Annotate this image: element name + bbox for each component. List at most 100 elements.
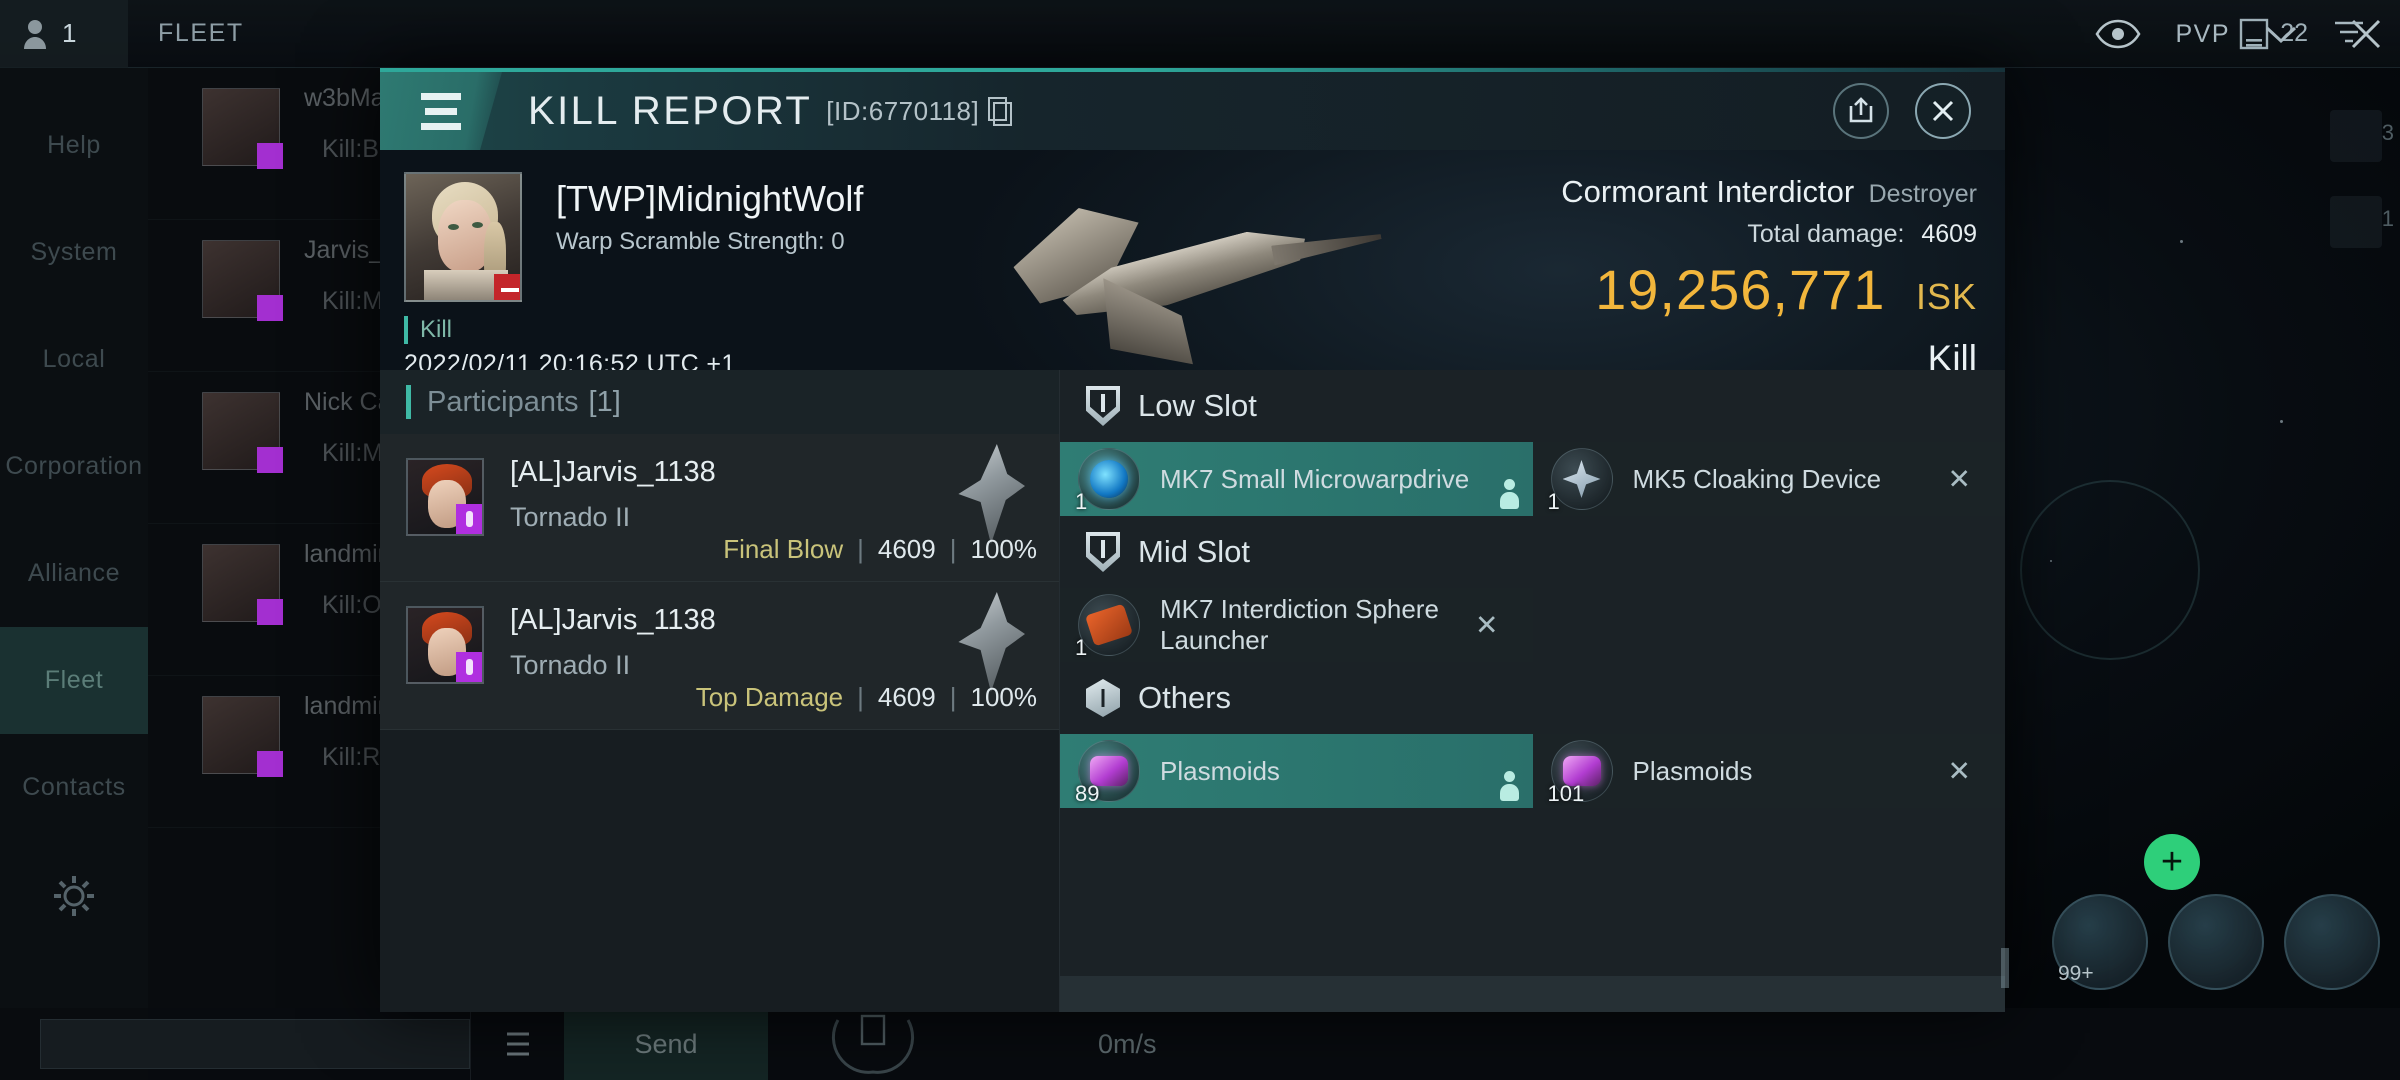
victim-ship-name: Cormorant Interdictor — [1561, 174, 1855, 209]
top-bar: 1 FLEET 22 PVP — [0, 0, 2400, 68]
corp-badge — [456, 652, 482, 682]
dialog-body: Participants [1] [AL]Jarvis_1138 Tornado… — [380, 370, 2009, 1012]
fitting-item-dropped[interactable]: 89 Plasmoids — [1060, 734, 1533, 808]
fleet-member-count[interactable]: 1 — [0, 0, 128, 68]
hud-badge-1[interactable]: 3 — [2330, 110, 2394, 162]
close-dialog-button[interactable] — [1915, 83, 1971, 139]
participant-ship: Tornado II — [510, 502, 631, 532]
kill-result: Kill — [1927, 338, 1977, 370]
sidebar-item-label: Fleet — [44, 666, 104, 694]
hud-right-stack: 3 1 — [2330, 110, 2394, 248]
left-sidebar: Help System Local Corporation Alliance F… — [0, 68, 148, 1080]
eye-icon[interactable] — [2095, 19, 2141, 49]
participant-stats: Final Blow | 4609 | 100% — [723, 534, 1038, 564]
standing-badge — [494, 274, 520, 300]
plus-icon: + — [2160, 841, 2184, 883]
participant-tag: Top Damage — [695, 682, 844, 712]
item-quantity: 1 — [1075, 489, 1088, 514]
chat-input[interactable] — [40, 1019, 470, 1069]
avatar — [202, 240, 283, 321]
participant-percent: 100% — [970, 682, 1038, 712]
isk-unit: ISK — [1915, 276, 1977, 317]
sidebar-item-label: System — [30, 238, 118, 266]
destroyed-indicator: ✕ — [1475, 609, 1499, 641]
avatar — [202, 88, 283, 169]
section-header-low-slot: Low Slot — [1060, 370, 2005, 442]
copy-icon[interactable] — [987, 96, 1013, 126]
sidebar-item-corporation[interactable]: Corporation — [0, 413, 148, 520]
participant-damage: 4609 — [877, 534, 936, 564]
fitting-item-destroyed[interactable]: 1 MK5 Cloaking Device ✕ — [1532, 442, 2005, 516]
plasmoid-icon: 89 — [1075, 740, 1140, 806]
fitting-item-dropped[interactable]: 1 MK7 Small Microwarpdrive — [1060, 442, 1533, 516]
launcher-icon: 1 — [1075, 594, 1140, 660]
participant-tag: Final Blow — [723, 534, 844, 564]
hamburger-icon — [506, 1032, 529, 1056]
item-quantity: 1 — [1547, 489, 1560, 514]
dialog-header: KILL REPORT [ID:6770118] — [380, 72, 2005, 150]
filter-icon[interactable] — [2332, 18, 2366, 50]
ammo-count: 99+ — [2058, 962, 2094, 985]
scrollbar[interactable] — [2001, 948, 2009, 988]
send-label: Send — [634, 1028, 698, 1059]
add-module-button[interactable]: + — [2144, 834, 2200, 890]
avatar — [202, 392, 283, 473]
sidebar-item-fleet[interactable]: Fleet — [0, 627, 148, 734]
destroyed-indicator: ✕ — [1947, 755, 1971, 787]
destroyed-indicator: ✕ — [1947, 463, 1971, 495]
speed-indicator: 0m/s — [1098, 1028, 1157, 1059]
kill-timestamp: 2022/02/11 20:16:52 UTC +1 — [404, 350, 736, 370]
throttle-icon — [831, 1014, 915, 1074]
kill-tag: Kill — [404, 316, 452, 344]
cargo-box-icon — [1086, 679, 1120, 717]
close-icon — [1932, 100, 1954, 122]
hud-badge-2[interactable]: 1 — [2330, 196, 2394, 248]
sidebar-item-contacts[interactable]: Contacts — [0, 734, 148, 841]
empty-slot — [1533, 588, 2006, 662]
throttle-control[interactable] — [828, 1010, 918, 1078]
participant-name: [AL]Jarvis_1138 — [510, 604, 716, 636]
shield-slot-icon — [1086, 386, 1120, 426]
item-name: MK7 Small Microwarpdrive — [1160, 463, 1470, 494]
module-slot[interactable] — [2168, 894, 2264, 990]
slot-grid-low: 1 MK7 Small Microwarpdrive 1 MK5 Cloakin… — [1060, 442, 2005, 516]
module-slot[interactable]: 99+ — [2052, 894, 2148, 990]
send-button[interactable]: Send — [564, 1008, 768, 1080]
bottom-bar: Send 0m/s — [0, 1008, 2400, 1080]
sidebar-item-label: Help — [47, 131, 101, 159]
victim-avatar[interactable] — [404, 172, 522, 302]
chevron-down-icon[interactable] — [2264, 23, 2298, 45]
kill-report-dialog: KILL REPORT [ID:6770118] [TWP]MidnightWo… — [380, 68, 2009, 1012]
table-row[interactable]: [AL]Jarvis_1138 Tornado II Top Damage | … — [380, 582, 1059, 730]
participants-count: [1] — [588, 385, 621, 418]
item-quantity: 1 — [1075, 635, 1088, 660]
fitting-item-destroyed[interactable]: 1 MK7 Interdiction Sphere Launcher ✕ — [1060, 588, 1533, 662]
sidebar-item-help[interactable]: Help — [0, 92, 148, 199]
item-quantity: 101 — [1547, 781, 1585, 806]
participant-ship-icon — [951, 444, 1025, 544]
victim-ship-class: Destroyer — [1868, 180, 1977, 208]
pvp-label: PVP — [2175, 19, 2230, 48]
settings-button[interactable] — [0, 851, 148, 941]
sidebar-item-label: Local — [42, 345, 106, 373]
dialog-menu-button[interactable] — [380, 72, 502, 150]
chat-menu-button[interactable] — [470, 1008, 564, 1080]
report-id: [ID:6770118] — [826, 95, 980, 126]
sidebar-item-label: Contacts — [22, 773, 126, 801]
participant-percent: 100% — [970, 534, 1038, 564]
sidebar-item-alliance[interactable]: Alliance — [0, 520, 148, 627]
victim-name: [TWP]MidnightWolf — [556, 178, 864, 219]
sidebar-item-label: Corporation — [5, 452, 143, 480]
victim-ship-render — [1000, 186, 1400, 370]
table-row[interactable]: [AL]Jarvis_1138 Tornado II Final Blow | … — [380, 434, 1059, 582]
share-button[interactable] — [1833, 83, 1889, 139]
isk-value: 19,256,771 — [1595, 258, 1886, 321]
avatar — [202, 544, 283, 625]
sidebar-item-local[interactable]: Local — [0, 306, 148, 413]
section-header-mid-slot: Mid Slot — [1060, 516, 2005, 588]
sidebar-item-system[interactable]: System — [0, 199, 148, 306]
module-slot[interactable] — [2284, 894, 2380, 990]
fitting-item-destroyed[interactable]: 101 Plasmoids ✕ — [1532, 734, 2005, 808]
item-quantity: 89 — [1075, 781, 1100, 806]
participant-ship-icon — [951, 592, 1025, 692]
